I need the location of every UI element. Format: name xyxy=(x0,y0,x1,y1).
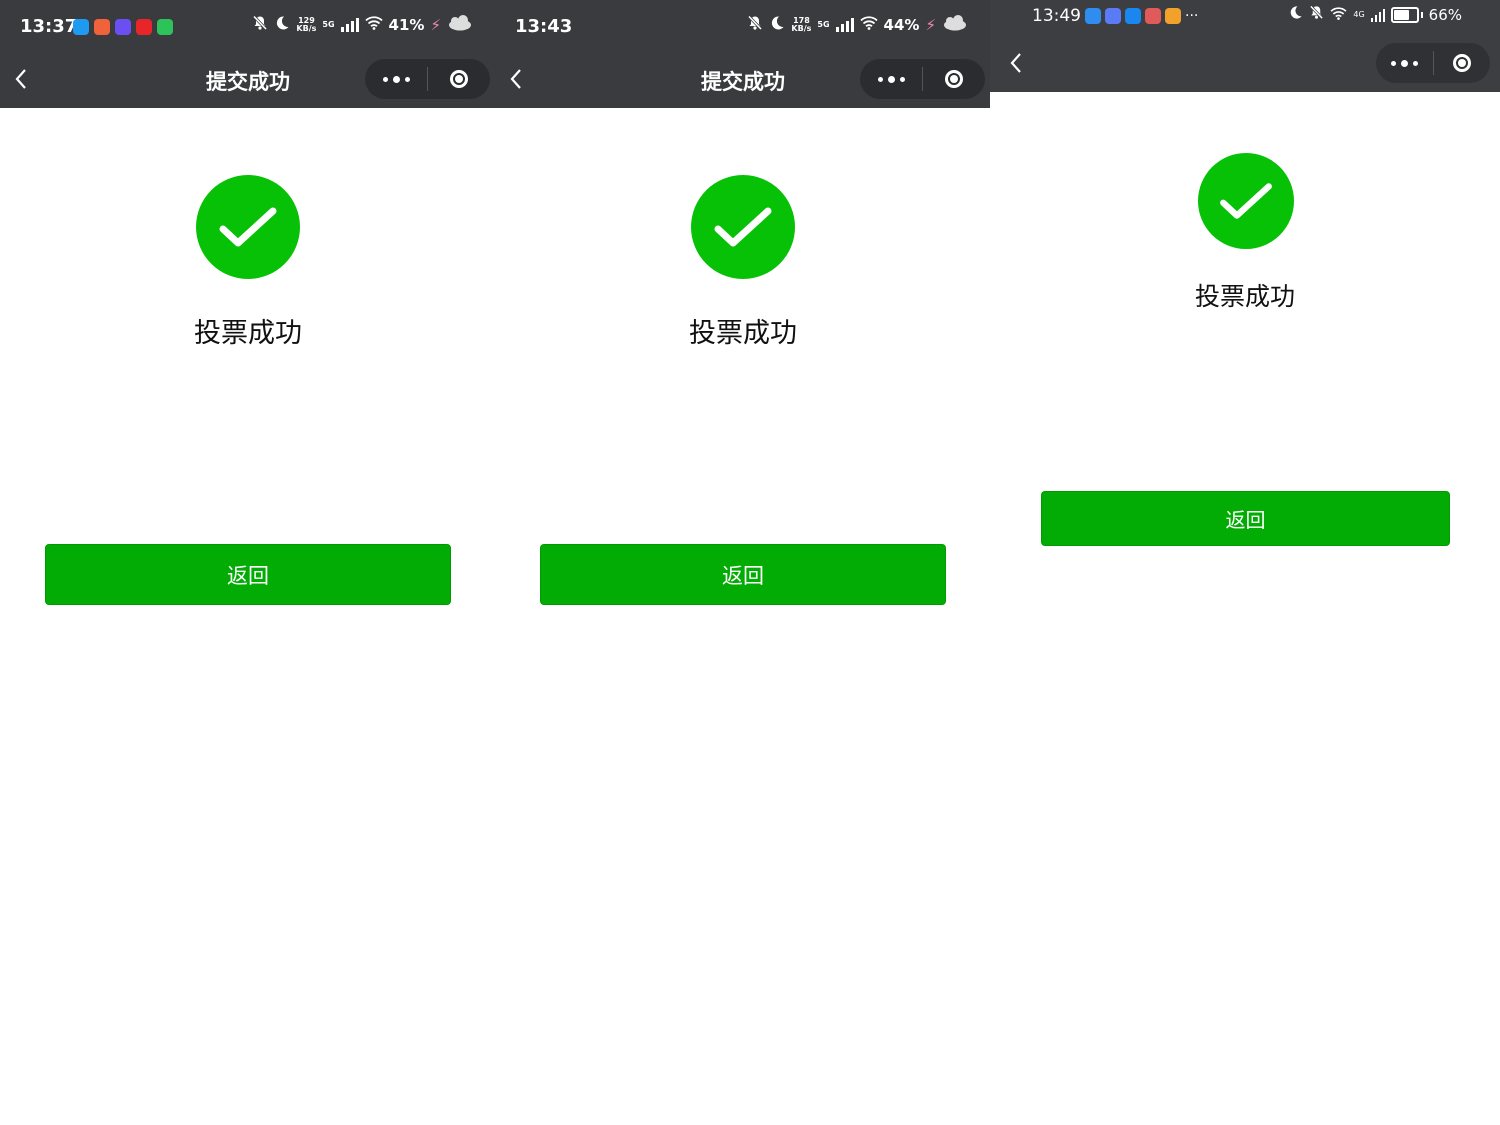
target-close-icon xyxy=(1452,54,1471,72)
checkmark-icon xyxy=(714,207,772,247)
app-notification-icon xyxy=(1165,8,1181,24)
moon-icon xyxy=(1288,5,1303,24)
cloud-icon xyxy=(447,15,473,35)
more-button[interactable] xyxy=(1376,43,1433,83)
chevron-left-icon xyxy=(15,69,26,89)
back-button[interactable] xyxy=(1000,47,1032,79)
mini-program-capsule xyxy=(1376,43,1490,83)
app-notification-icon xyxy=(136,19,152,35)
target-close-icon xyxy=(945,70,963,88)
battery-tip xyxy=(1420,11,1423,18)
success-icon xyxy=(196,175,300,279)
moon-icon xyxy=(274,15,290,35)
net-speed: 178 KB/s xyxy=(791,16,812,33)
signal-icon xyxy=(835,18,854,32)
more-dots-icon xyxy=(382,75,410,83)
more-notifications: ··· xyxy=(1185,8,1199,24)
app-notification-icon xyxy=(1125,8,1141,24)
status-time: 13:43 xyxy=(515,16,573,37)
app-notification-icon xyxy=(115,19,131,35)
net-type: 4G xyxy=(1353,9,1365,19)
app-notification-icon xyxy=(1105,8,1121,24)
screen-2: 13:43 178 KB/s 5G 44% ⚡ 提交成功 投票成功 返回 xyxy=(495,0,990,1125)
chevron-left-icon xyxy=(510,69,521,89)
wifi-icon xyxy=(364,16,383,34)
result-message: 投票成功 xyxy=(194,318,302,349)
battery-percent: 41% xyxy=(388,16,425,34)
return-button[interactable]: 返回 xyxy=(540,544,946,605)
battery-icon xyxy=(1390,6,1419,23)
close-button[interactable] xyxy=(923,59,985,99)
app-notification-icon xyxy=(1085,8,1101,24)
status-time: 13:37 xyxy=(20,16,78,37)
net-type: 5G xyxy=(817,20,830,29)
screen-1: 13:37 129 KB/s 5G 41% ⚡ 提交成功 投票成功 返回 xyxy=(0,0,495,1125)
status-indicators: 129 KB/s 5G 41% ⚡ xyxy=(252,15,473,35)
app-notification-icon xyxy=(94,19,110,35)
checkmark-icon xyxy=(1220,183,1272,219)
more-button[interactable] xyxy=(365,59,427,99)
battery-percent: 66% xyxy=(1428,5,1462,24)
cloud-icon xyxy=(942,15,968,35)
more-dots-icon xyxy=(1390,59,1418,67)
close-button[interactable] xyxy=(1434,43,1491,83)
app-notification-icon xyxy=(157,19,173,35)
signal-icon xyxy=(340,18,359,32)
close-button[interactable] xyxy=(428,59,490,99)
status-indicators: 178 KB/s 5G 44% ⚡ xyxy=(747,15,968,35)
moon-icon xyxy=(769,15,785,35)
more-button[interactable] xyxy=(860,59,922,99)
more-dots-icon xyxy=(877,75,905,83)
charging-icon: ⚡ xyxy=(430,16,441,34)
page-title: 提交成功 xyxy=(701,70,785,94)
wifi-icon xyxy=(1330,6,1347,24)
page-title: 提交成功 xyxy=(206,70,290,94)
success-icon xyxy=(691,175,795,279)
bell-off-icon xyxy=(252,15,268,35)
status-time: 13:49 xyxy=(1032,6,1081,26)
wifi-icon xyxy=(859,16,878,34)
status-indicators: 4G 66% xyxy=(1288,5,1462,24)
target-close-icon xyxy=(450,70,468,88)
return-button[interactable]: 返回 xyxy=(45,544,451,605)
result-message: 投票成功 xyxy=(1194,282,1295,311)
screen-3: 13:49 ··· 4G 66% 投票成功 返回 xyxy=(990,0,1500,1125)
checkmark-icon xyxy=(219,207,277,247)
notification-app-icons: ··· xyxy=(1085,8,1198,24)
net-type: 5G xyxy=(322,20,335,29)
battery-percent: 44% xyxy=(883,16,920,34)
charging-icon: ⚡ xyxy=(925,16,936,34)
top-bar: 13:43 178 KB/s 5G 44% ⚡ 提交成功 xyxy=(495,0,990,108)
signal-icon xyxy=(1370,8,1385,22)
back-button[interactable] xyxy=(5,63,37,95)
return-button[interactable]: 返回 xyxy=(1041,491,1450,546)
top-bar: 13:37 129 KB/s 5G 41% ⚡ 提交成功 xyxy=(0,0,495,108)
bell-off-icon xyxy=(1309,5,1324,24)
mini-program-capsule xyxy=(860,59,985,99)
result-message: 投票成功 xyxy=(689,318,797,349)
top-bar: 13:49 ··· 4G 66% xyxy=(990,0,1500,92)
bell-off-icon xyxy=(747,15,763,35)
net-speed: 129 KB/s xyxy=(296,16,317,33)
back-button[interactable] xyxy=(500,63,532,95)
app-notification-icon xyxy=(1145,8,1161,24)
mini-program-capsule xyxy=(365,59,490,99)
app-notification-icon xyxy=(73,19,89,35)
chevron-left-icon xyxy=(1010,53,1021,73)
success-icon xyxy=(1198,153,1294,249)
notification-app-icons xyxy=(73,19,173,35)
